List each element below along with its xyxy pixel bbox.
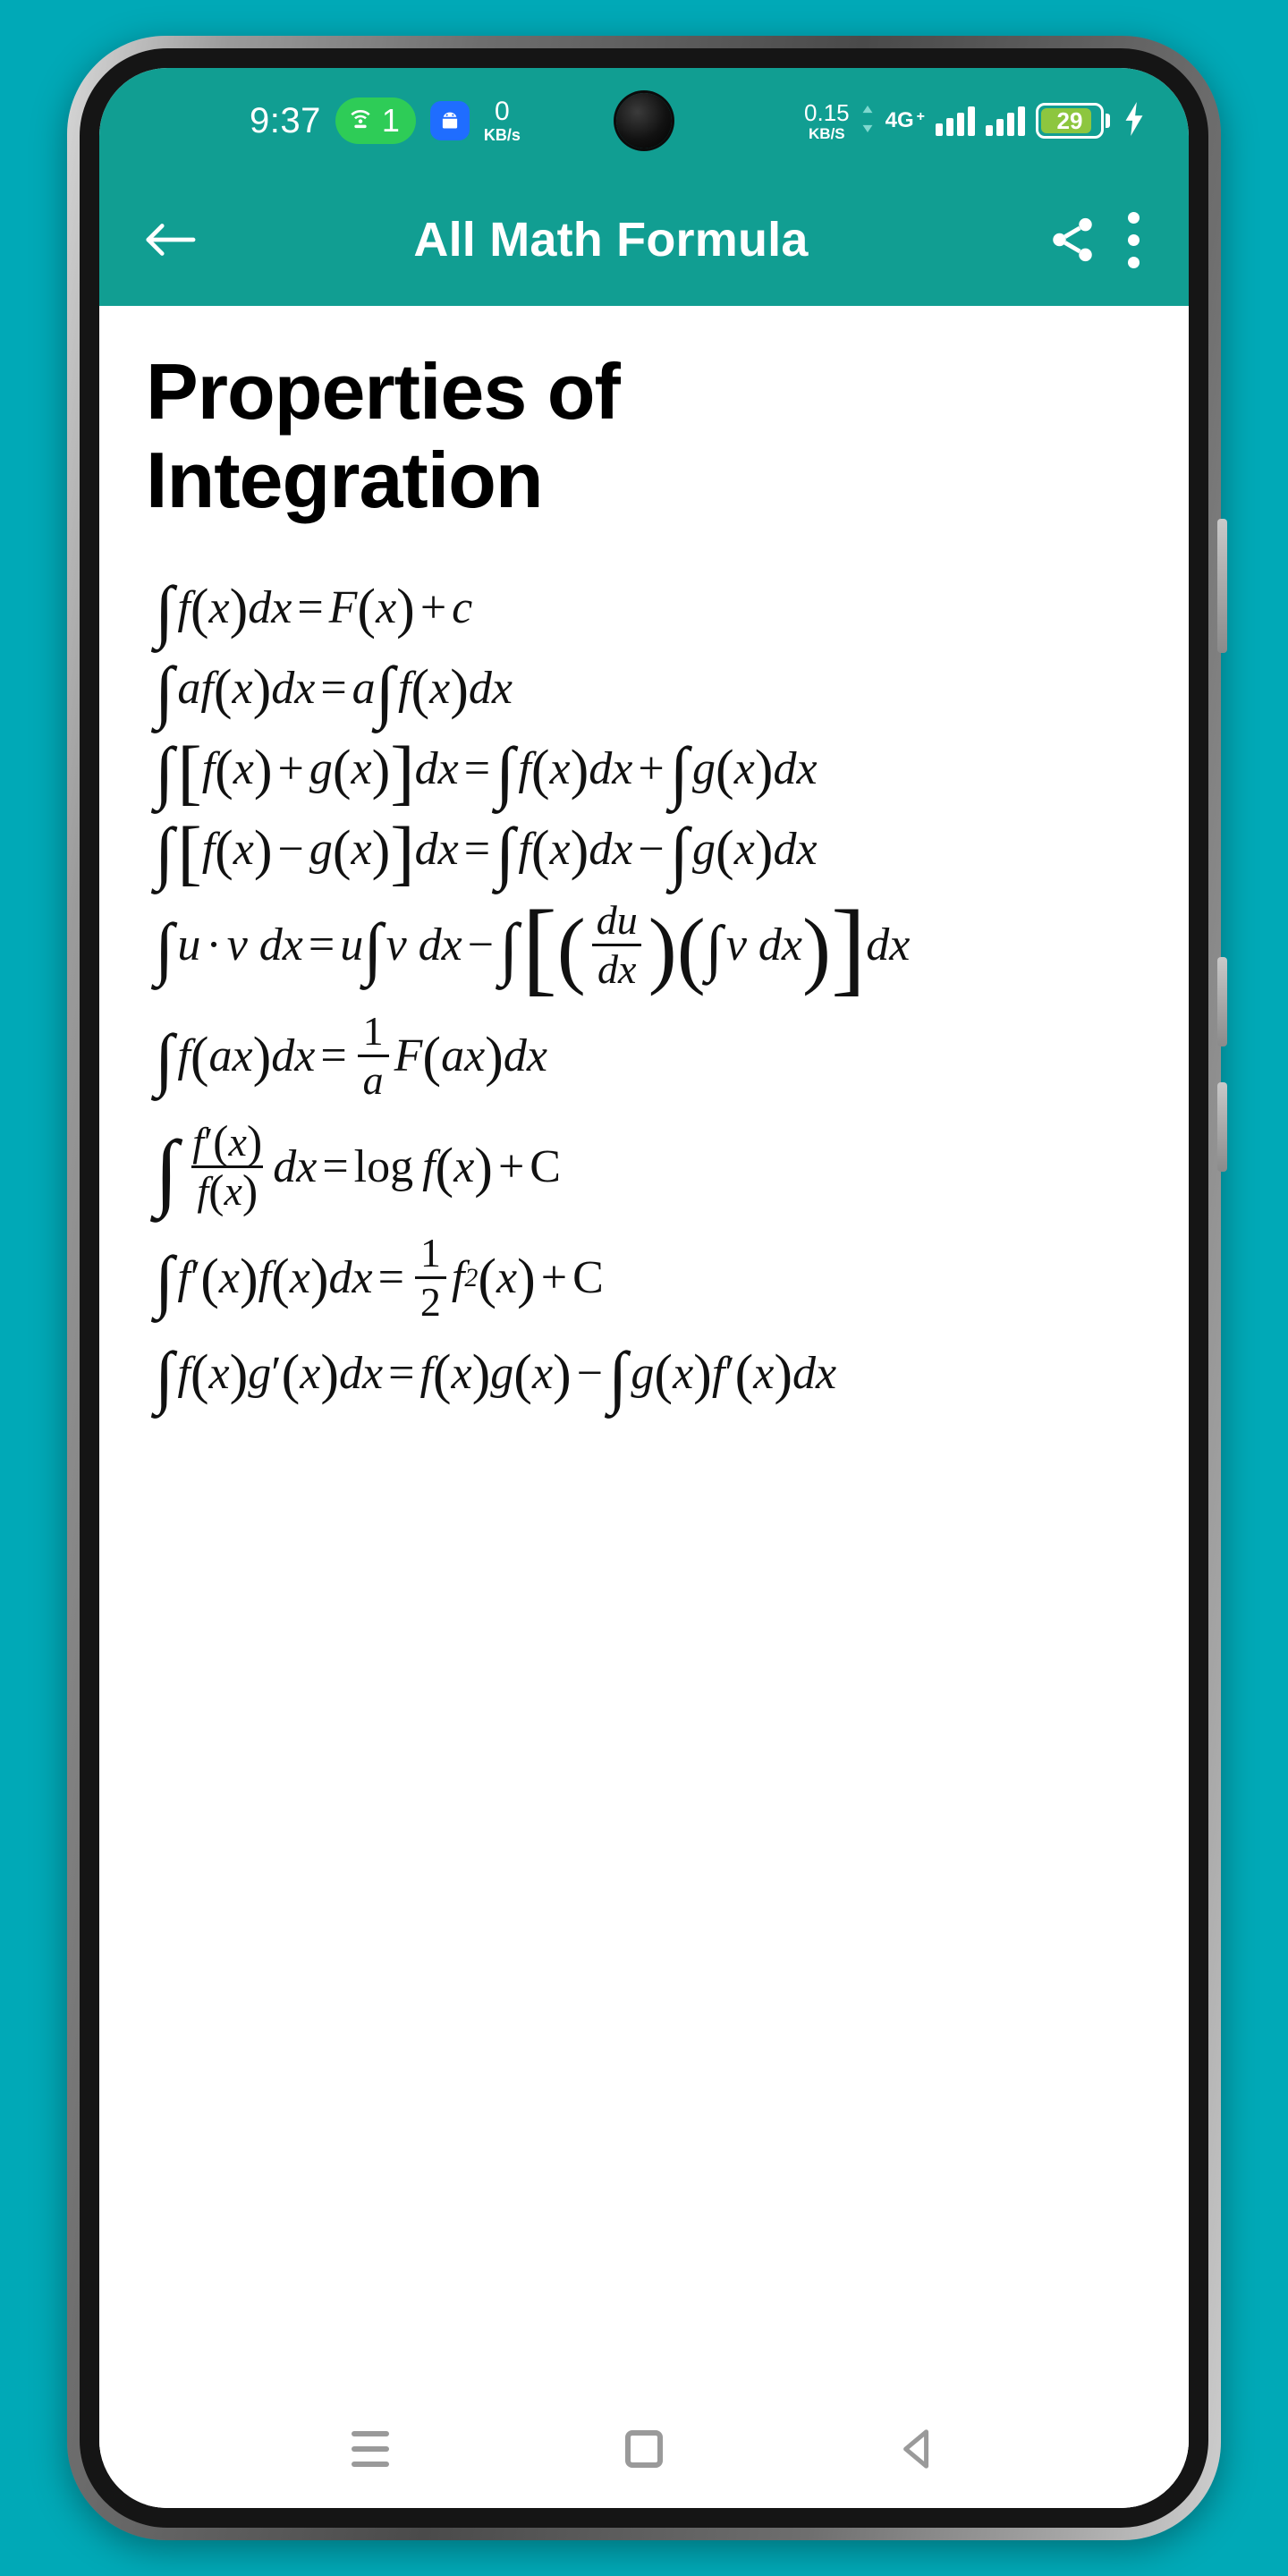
status-bar-right-group: 0.15 KB/S 4G + 29: [804, 101, 1148, 141]
share-icon[interactable]: [1037, 204, 1108, 275]
screenshot-canvas: 9:37 1 0 KB/s 0.15 KB/S 4G + 29 All Math…: [0, 0, 1288, 2576]
formula-row: ∫ f ′(x) f(x) dx = 1 2 f 2(x) + C: [155, 1229, 604, 1326]
phone-frame: 9:37 1 0 KB/s 0.15 KB/S 4G + 29 All Math…: [67, 36, 1227, 2540]
app-bar: All Math Formula: [99, 174, 1189, 306]
right-network-speed-value: 0.15: [804, 98, 850, 126]
formula-list: ∫ f(x) dx = F(x) + c ∫ af(x) dx = a ∫ f(x) dx ∫[f(x) +…: [146, 572, 1142, 1416]
left-network-speed-value: 0: [495, 97, 510, 126]
battery-indicator: 29: [1036, 103, 1110, 139]
front-camera-punch-hole: [616, 93, 672, 148]
battery-level-text: 29: [1056, 106, 1083, 134]
data-transfer-arrows-icon: [860, 105, 875, 137]
volume-up-button[interactable]: [1217, 957, 1227, 1046]
network-type-text: 4G: [885, 108, 914, 132]
wifi-hotspot-icon: [346, 105, 375, 138]
battery-body: 29: [1036, 103, 1104, 139]
overflow-menu-icon[interactable]: [1108, 204, 1158, 275]
hotspot-status-pill: 1: [335, 97, 416, 144]
content-heading: Properties of Integration: [146, 347, 621, 525]
page-title: All Math Formula: [413, 213, 809, 267]
charging-bolt-icon: [1121, 101, 1148, 140]
recents-menu-icon[interactable]: [321, 2409, 419, 2489]
right-network-speed-unit: KB/S: [809, 124, 845, 142]
signal-bars-icon-secondary: [986, 106, 1025, 136]
formula-row: ∫ f(ax) dx = 1 a F(ax) dx: [155, 1007, 547, 1104]
overflow-dot: [1127, 233, 1140, 246]
formula-row: ∫[f(x) − g(x)] dx = ∫ f(x) dx − ∫ g(x) dx: [155, 811, 818, 894]
hotspot-connected-count: 1: [381, 102, 400, 139]
network-type-label: 4G +: [886, 110, 925, 131]
volume-down-button[interactable]: [1217, 1082, 1227, 1172]
formula-row: ∫[f(x) + g(x)] dx = ∫ f(x) dx + ∫ g(x) dx: [155, 731, 818, 813]
power-button[interactable]: [1217, 519, 1227, 653]
formula-row: ∫ u · v dx = u ∫ v dx − ∫[(du dx)(∫ v dx)] dx: [155, 888, 911, 1006]
overflow-dot: [1127, 256, 1140, 268]
left-network-speed: 0 KB/s: [483, 97, 521, 144]
content-area: Properties of Integration ∫ f(x) dx = F(x) + c…: [99, 306, 1189, 2508]
device-screen: 9:37 1 0 KB/s 0.15 KB/S 4G + 29 All Math…: [99, 68, 1189, 2508]
right-network-speed: 0.15 KB/S: [804, 101, 850, 141]
android-robot-icon: [429, 101, 470, 140]
formula-row: ∫ f(x) g ′(x) dx = f(x) g(x) − ∫ g(x) f ′(x) dx: [155, 1337, 837, 1416]
status-bar-left-group: 9:37 1 0 KB/s: [250, 97, 521, 144]
home-square-icon[interactable]: [595, 2409, 693, 2489]
status-clock: 9:37: [250, 100, 321, 140]
battery-cap: [1106, 114, 1110, 128]
back-triangle-icon[interactable]: [869, 2409, 967, 2489]
left-network-speed-unit: KB/s: [483, 126, 521, 144]
status-bar: 9:37 1 0 KB/s 0.15 KB/S 4G + 29: [99, 68, 1189, 174]
signal-bars-icon: [936, 106, 975, 136]
formula-row: ∫ f(x) dx = F(x) + c: [155, 572, 473, 650]
formula-row: ∫ f′(x) f(x) dx = log f(x) + C: [155, 1116, 561, 1219]
system-navigation-bar: [99, 2390, 1189, 2508]
overflow-dot: [1127, 211, 1140, 224]
network-type-plus: +: [916, 109, 925, 124]
formula-row: ∫ af(x) dx = a ∫ f(x) dx: [155, 652, 513, 731]
